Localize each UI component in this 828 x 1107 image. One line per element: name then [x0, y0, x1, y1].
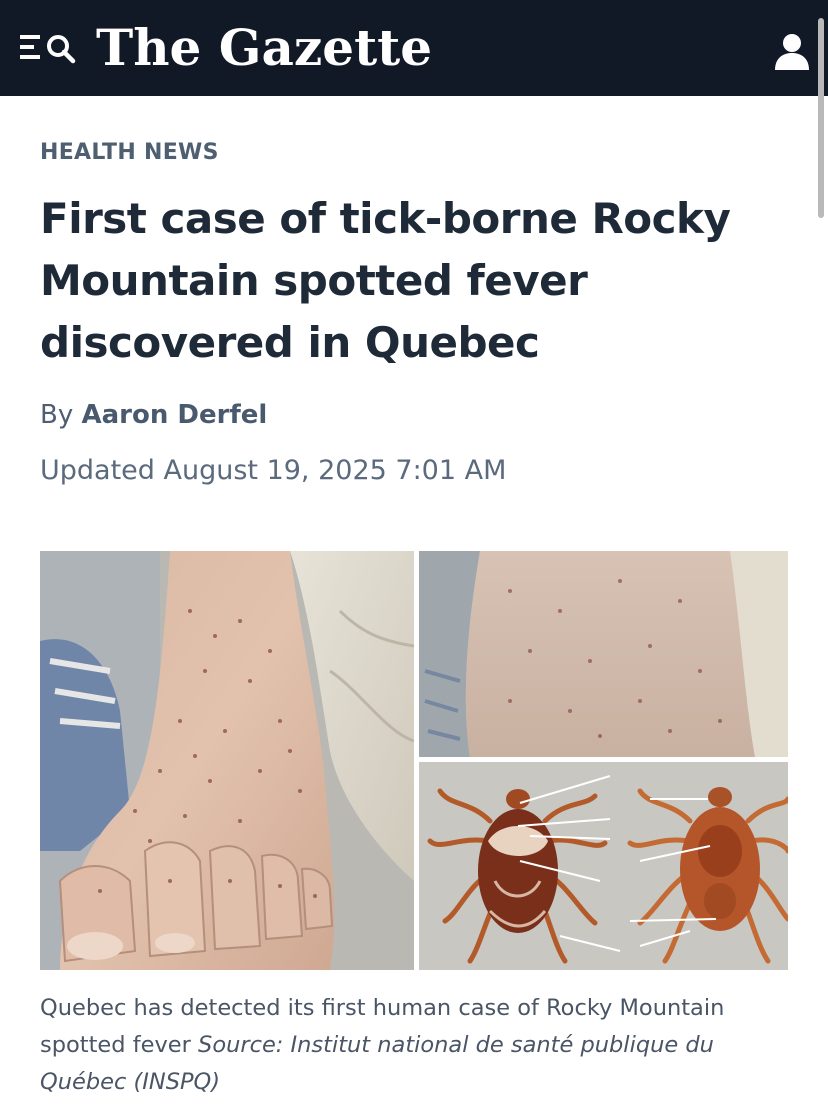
menu-search-icon — [20, 35, 76, 64]
site-logo[interactable]: The Gazette — [96, 18, 432, 78]
byline: By Aaron Derfel — [40, 400, 267, 430]
image-caption: Quebec has detected its first human case… — [40, 990, 785, 1101]
section-label[interactable]: HEALTH NEWS — [40, 140, 219, 165]
byline-prefix: By — [40, 400, 74, 430]
article-headline: First case of tick-borne Rocky Mountain … — [40, 194, 731, 367]
menu-search-button[interactable] — [18, 30, 78, 70]
skin-rash-photo — [419, 551, 788, 757]
user-icon — [775, 34, 809, 70]
foot-rash-photo — [40, 551, 415, 970]
scrollbar-thumb[interactable] — [818, 18, 824, 218]
tick-diagram — [419, 762, 791, 970]
account-button[interactable] — [770, 30, 814, 74]
article-image[interactable] — [40, 551, 791, 970]
updated-timestamp: Updated August 19, 2025 7:01 AM — [40, 455, 507, 486]
author-link[interactable]: Aaron Derfel — [82, 400, 268, 430]
